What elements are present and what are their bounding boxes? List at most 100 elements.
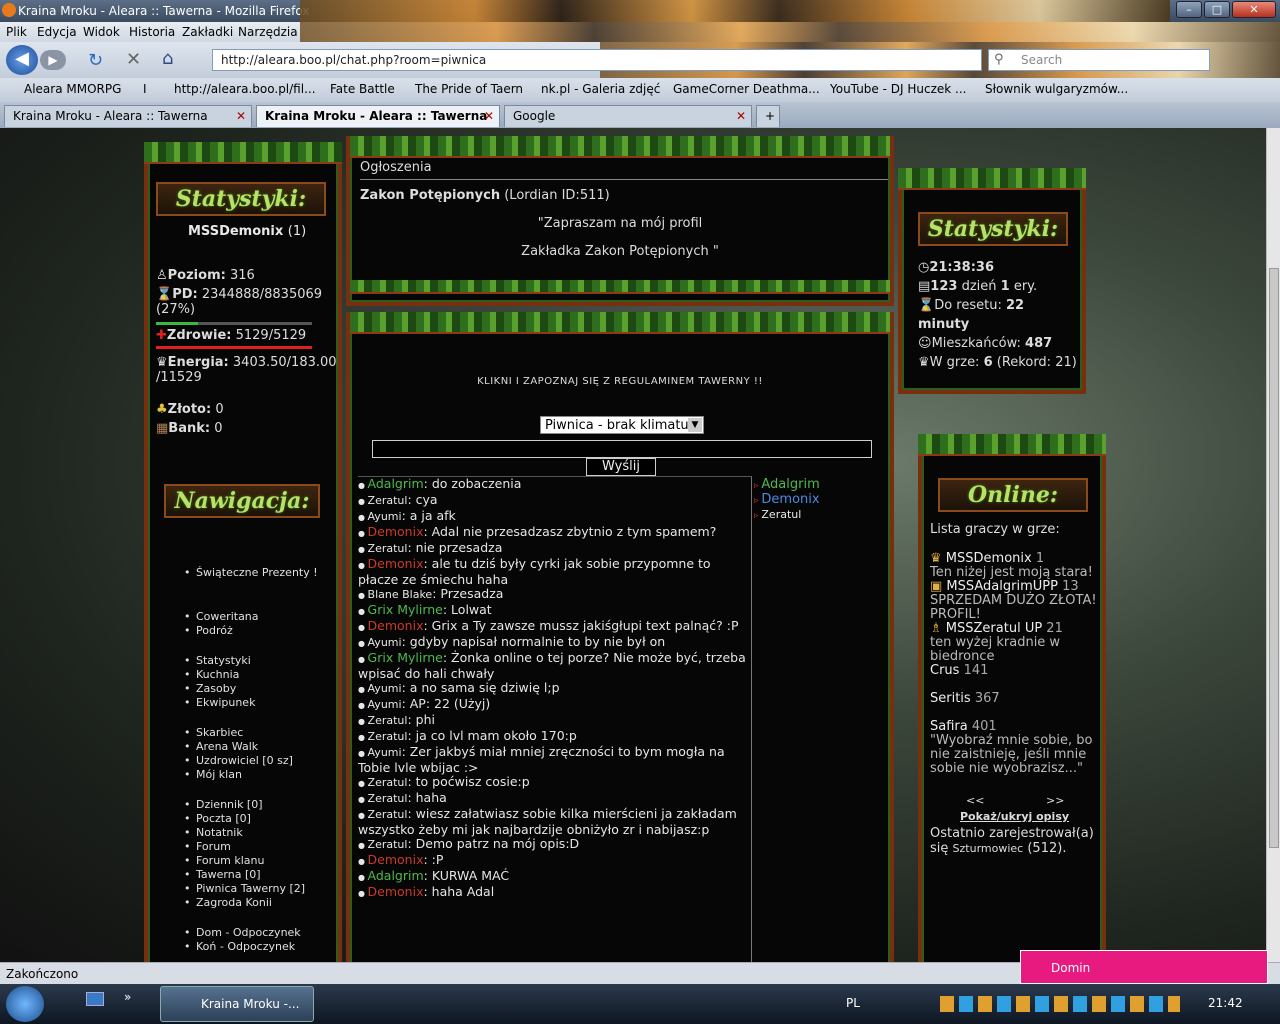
nav-link[interactable]: • Kuchnia [184, 668, 334, 682]
bookmark-taern[interactable]: The Pride of Taern [415, 82, 523, 96]
nav-link[interactable]: • Forum klanu [184, 854, 334, 868]
menu-narzedzia[interactable]: Narzędzia [238, 25, 298, 39]
bookmark-i[interactable]: I [143, 82, 147, 96]
close-button[interactable]: ✕ [1232, 1, 1276, 18]
search-input[interactable]: Search [988, 49, 1210, 71]
nav-link[interactable]: • Statystyki [184, 654, 334, 668]
new-tab-button[interactable]: + [756, 105, 780, 127]
tab-tawerna-1[interactable]: Kraina Mroku - Aleara :: Tawerna ✕ [4, 105, 252, 127]
chat-author[interactable]: Zeratul [368, 714, 408, 727]
forward-icon[interactable]: ▶ [40, 50, 66, 70]
chat-author[interactable]: Ayumi [368, 510, 402, 523]
vertical-scrollbar[interactable] [1266, 128, 1280, 962]
stop-icon[interactable]: ✕ [126, 49, 141, 70]
taskbar-firefox[interactable]: Kraina Mroku -... [160, 986, 314, 1022]
player-name[interactable]: Seritis [930, 691, 971, 706]
bookmark-aleara-file[interactable]: http://aleara.boo.pl/fil... [174, 82, 316, 96]
nav-link[interactable]: • Zasoby [184, 682, 334, 696]
close-tab-icon[interactable]: ✕ [736, 109, 746, 123]
show-desktop-icon[interactable] [86, 992, 104, 1006]
nav-link[interactable]: • Coweritana [184, 610, 334, 624]
back-icon[interactable]: ◀ [6, 45, 38, 75]
room-select[interactable]: Piwnica - brak klimatu ▼ [540, 416, 704, 434]
chat-user[interactable]: ▹ Demonix [754, 493, 884, 508]
tray-icons[interactable] [940, 996, 1180, 1012]
chat-author[interactable]: Zeratul [368, 792, 408, 805]
player-name[interactable]: MSSDemonix [946, 551, 1032, 566]
chat-author[interactable]: Zeratul [368, 730, 408, 743]
chat-user[interactable]: ▹ Adalgrim [754, 478, 884, 493]
chat-author[interactable]: Ayumi [368, 746, 402, 759]
message-input[interactable] [372, 440, 872, 458]
nav-link[interactable]: • Forum [184, 840, 334, 854]
chat-author[interactable]: Zeratul [368, 808, 408, 821]
bookmark-fate-battle[interactable]: Fate Battle [330, 82, 395, 96]
player-name[interactable]: Safira [930, 719, 968, 734]
home-icon[interactable]: ⌂ [162, 48, 173, 69]
notification-popup[interactable]: Domin [1020, 950, 1268, 984]
menu-plik[interactable]: Plik [6, 25, 27, 39]
nav-link[interactable]: • Koń - Odpoczynek [184, 940, 334, 954]
chat-author[interactable]: Ayumi [368, 636, 402, 649]
chat-author[interactable]: Demonix [368, 556, 424, 571]
nav-link[interactable]: • Dziennik [0] [184, 798, 334, 812]
bookmark-slownik[interactable]: Słownik wulgaryzmów... [985, 82, 1128, 96]
nav-link[interactable]: • Uzdrowiciel [0 sz] [184, 754, 334, 768]
chat-author[interactable]: Zeratul [368, 776, 408, 789]
chat-author[interactable]: Zeratul [368, 838, 408, 851]
player-name[interactable]: MSSZeratul UP [946, 621, 1042, 636]
close-tab-icon[interactable]: ✕ [236, 109, 246, 123]
search-engine-icon[interactable]: ⚲ [994, 52, 1004, 67]
chat-author[interactable]: Demonix [368, 618, 424, 633]
next-page-link[interactable]: >> [1046, 794, 1064, 807]
prev-page-link[interactable]: << [966, 794, 984, 807]
menu-edycja[interactable]: Edycja [37, 25, 77, 39]
quicklaunch-more-icon[interactable]: » [124, 990, 131, 1004]
nav-link[interactable]: • Notatnik [184, 826, 334, 840]
url-field[interactable]: http://aleara.boo.pl/chat.php?room=piwni… [212, 49, 982, 71]
reload-icon[interactable]: ↻ [88, 50, 103, 71]
chat-author[interactable]: Blane Blake [368, 588, 433, 601]
toggle-descriptions-link[interactable]: Pokaż/ukryj opisy [960, 810, 1069, 823]
chat-author[interactable]: Grix Mylirne [368, 602, 443, 617]
player-name[interactable]: MSSDemonix [188, 224, 283, 239]
chat-author[interactable]: Zeratul [368, 494, 408, 507]
nav-link[interactable]: • Poczta [0] [184, 812, 334, 826]
chat-author[interactable]: Ayumi [368, 698, 402, 711]
start-button[interactable] [6, 986, 44, 1022]
nav-link[interactable]: • Świąteczne Prezenty ! [184, 566, 334, 580]
last-registered-name[interactable]: Szturmowiec [953, 842, 1024, 855]
chat-author[interactable]: Adalgrim [368, 476, 424, 491]
chat-author[interactable]: Zeratul [368, 542, 408, 555]
nav-link[interactable]: • Piwnica Tawerny [2] [184, 882, 334, 896]
language-indicator[interactable]: PL [846, 996, 860, 1010]
nav-link[interactable]: • Mój klan [184, 768, 334, 782]
chat-author[interactable]: Demonix [368, 852, 424, 867]
chat-author[interactable]: Grix Mylirne [368, 650, 443, 665]
bookmark-aleara[interactable]: Aleara MMORPG [24, 82, 121, 96]
player-name[interactable]: MSSAdalgrimUPP [946, 579, 1058, 594]
maximize-button[interactable]: □ [1204, 1, 1230, 18]
nav-link[interactable]: • Podróż [184, 624, 334, 638]
close-tab-icon[interactable]: ✕ [484, 109, 494, 123]
nav-link[interactable]: • Tawerna [0] [184, 868, 334, 882]
nav-link[interactable]: • Ekwipunek [184, 696, 334, 710]
chat-author[interactable]: Ayumi [368, 682, 402, 695]
menu-widok[interactable]: Widok [83, 25, 120, 39]
bookmark-gamecorner[interactable]: GameCorner Deathma... [673, 82, 820, 96]
nav-link[interactable]: • Arena Walk [184, 740, 334, 754]
chat-author[interactable]: Adalgrim [368, 868, 424, 883]
minimize-button[interactable]: – [1176, 1, 1202, 18]
rules-link[interactable]: KLIKNI I ZAPOZNAJ SIĘ Z REGULAMINEM TAWE… [350, 376, 890, 387]
tab-google[interactable]: Google ✕ [504, 105, 752, 127]
chat-author[interactable]: Demonix [368, 884, 424, 899]
menu-historia[interactable]: Historia [129, 25, 175, 39]
menu-zakladki[interactable]: Zakładki [182, 25, 233, 39]
send-button[interactable]: Wyślij [586, 458, 656, 476]
nav-link[interactable]: • Skarbiec [184, 726, 334, 740]
nav-link[interactable]: • Zagroda Konii [184, 896, 334, 910]
chat-author[interactable]: Demonix [368, 524, 424, 539]
tab-tawerna-2[interactable]: Kraina Mroku - Aleara :: Tawerna ✕ [256, 105, 500, 127]
chat-user[interactable]: ▹ Zeratul [754, 508, 884, 523]
scrollbar-thumb[interactable] [1269, 268, 1279, 848]
